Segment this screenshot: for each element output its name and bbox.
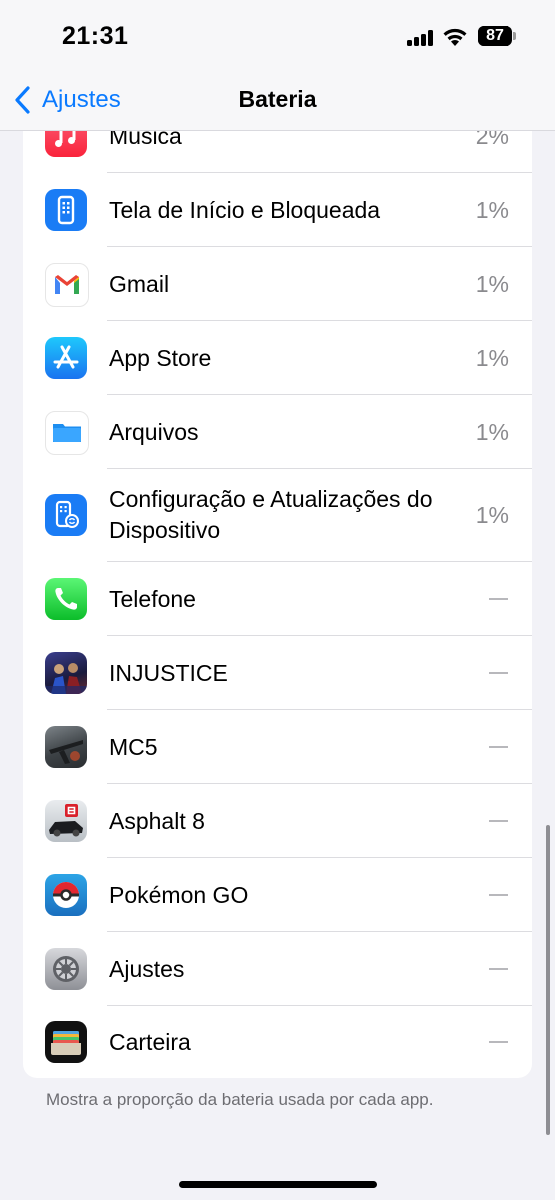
navigation-bar: Ajustes Bateria xyxy=(0,74,555,131)
app-name: Carteira xyxy=(109,1029,191,1055)
app-name: Tela de Início e Bloqueada xyxy=(109,197,381,223)
mc5-game-icon xyxy=(45,726,87,768)
app-name: Arquivos xyxy=(109,419,199,445)
app-row-mc5[interactable]: MC5 xyxy=(23,710,532,784)
app-row-phone[interactable]: Telefone xyxy=(23,562,532,636)
app-row-pokemon-go[interactable]: Pokémon GO xyxy=(23,858,532,932)
wifi-icon xyxy=(443,28,467,46)
usage-percent: 1% xyxy=(475,419,509,445)
app-name: INJUSTICE xyxy=(109,660,228,686)
scroll-indicator[interactable] xyxy=(546,825,550,1135)
status-time: 21:31 xyxy=(62,22,129,50)
app-row-asphalt-8[interactable]: Asphalt 8 xyxy=(23,784,532,858)
home-lock-screen-icon xyxy=(45,189,87,231)
app-name: Asphalt 8 xyxy=(109,808,205,834)
app-row-home-lock-screen[interactable]: Tela de Início e Bloqueada 1% xyxy=(23,173,532,247)
asphalt8-game-icon xyxy=(45,800,87,842)
app-row-settings[interactable]: Ajustes xyxy=(23,932,532,1006)
app-name: Telefone xyxy=(109,586,196,612)
gmail-icon xyxy=(45,263,89,307)
files-icon xyxy=(45,411,89,455)
no-usage-dash xyxy=(489,894,508,896)
usage-percent: 1% xyxy=(475,345,509,371)
phone-icon xyxy=(45,578,87,620)
usage-percent: 1% xyxy=(475,502,509,528)
status-bar: 21:31 87 xyxy=(0,0,555,74)
signal-icon xyxy=(407,30,433,46)
app-store-icon xyxy=(45,337,87,379)
footer-note: Mostra a proporção da bateria usada por … xyxy=(46,1090,434,1109)
home-indicator[interactable] xyxy=(179,1181,377,1188)
page-title: Bateria xyxy=(238,86,317,112)
device-setup-icon xyxy=(45,494,87,536)
app-name: App Store xyxy=(109,345,212,371)
app-row-injustice[interactable]: INJUSTICE xyxy=(23,636,532,710)
app-row-device-setup[interactable]: Configuração e Atualizações do Dispositi… xyxy=(23,469,532,562)
no-usage-dash xyxy=(489,746,508,748)
battery-tip xyxy=(513,32,516,40)
app-row-app-store[interactable]: App Store 1% xyxy=(23,321,532,395)
app-name: Ajustes xyxy=(109,956,185,982)
wallet-icon xyxy=(45,1021,87,1063)
app-row-files[interactable]: Arquivos 1% xyxy=(23,395,532,469)
no-usage-dash xyxy=(489,968,508,970)
app-name: MC5 xyxy=(109,734,158,760)
app-name: Gmail xyxy=(109,271,170,297)
battery-icon: 87 xyxy=(478,26,512,46)
usage-percent: 1% xyxy=(475,197,509,223)
app-name: Pokémon GO xyxy=(109,882,249,908)
app-usage-list: Música 2% Tela de Início e Bloqueada 1% … xyxy=(23,100,532,1078)
app-row-wallet[interactable]: Carteira xyxy=(23,1006,532,1078)
pokemon-go-icon xyxy=(45,874,87,916)
app-name: Configuração e Atualizações do Dispositi… xyxy=(109,486,433,543)
no-usage-dash xyxy=(489,820,508,822)
injustice-game-icon xyxy=(45,652,87,694)
no-usage-dash xyxy=(489,672,508,674)
settings-icon xyxy=(45,948,87,990)
no-usage-dash xyxy=(489,598,508,600)
battery-percent: 87 xyxy=(486,27,504,44)
app-row-gmail[interactable]: Gmail 1% xyxy=(23,247,532,321)
no-usage-dash xyxy=(489,1041,508,1043)
usage-percent: 1% xyxy=(475,271,509,297)
